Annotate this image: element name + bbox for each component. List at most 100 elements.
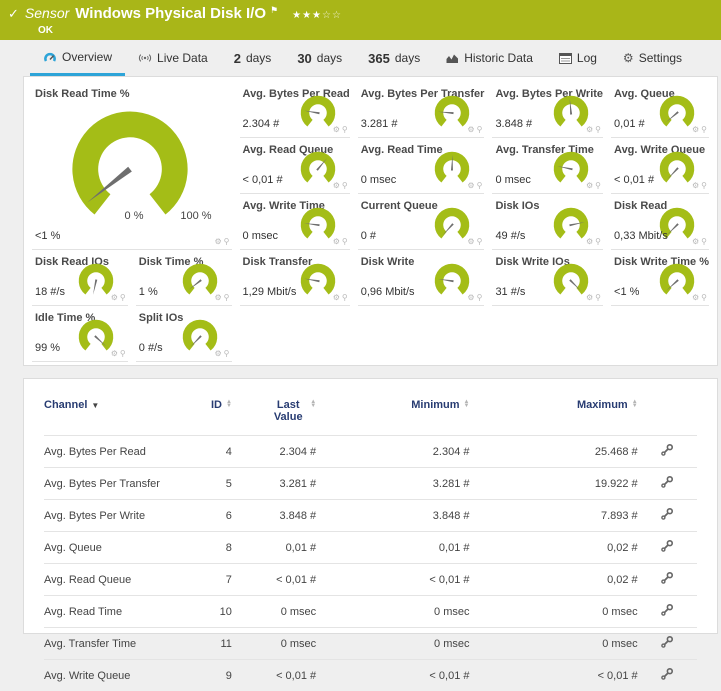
channel-settings-wrench-icon[interactable]: [660, 667, 674, 681]
column-header-maximum[interactable]: Maximum: [470, 389, 638, 436]
channel-name[interactable]: Avg. Bytes Per Transfer: [44, 468, 192, 500]
pin-icon[interactable]: ⚲: [477, 294, 483, 302]
channel-name[interactable]: Avg. Queue: [44, 532, 192, 564]
tab-settings[interactable]: ⚙ Settings: [610, 40, 695, 76]
pin-icon[interactable]: ⚲: [224, 294, 230, 302]
pin-icon[interactable]: ⚲: [120, 294, 126, 302]
gear-icon[interactable]: ⚙: [586, 238, 593, 246]
gear-icon[interactable]: ⚙: [467, 182, 474, 190]
gear-icon[interactable]: ⚙: [215, 350, 222, 358]
pin-icon[interactable]: ⚲: [477, 238, 483, 246]
gear-icon[interactable]: ⚙: [215, 238, 222, 246]
pin-icon[interactable]: ⚲: [224, 238, 230, 246]
pin-icon[interactable]: ⚲: [342, 294, 348, 302]
channel-settings-wrench-icon[interactable]: [660, 603, 674, 617]
channel-name[interactable]: Avg. Bytes Per Read: [44, 436, 192, 468]
gauge-tile[interactable]: Avg. Write Time 0 msec ⚙⚲: [240, 194, 350, 250]
gear-icon[interactable]: ⚙: [586, 182, 593, 190]
pin-icon[interactable]: ⚲: [224, 350, 230, 358]
channel-name[interactable]: Avg. Read Queue: [44, 564, 192, 596]
gauge-tile[interactable]: Disk Read IOs 18 #/s ⚙⚲: [32, 250, 128, 306]
gear-icon[interactable]: ⚙: [111, 294, 118, 302]
priority-stars[interactable]: ★★★☆☆: [292, 10, 342, 21]
pin-icon[interactable]: ⚲: [477, 126, 483, 134]
pin-icon[interactable]: ⚲: [701, 126, 707, 134]
pin-icon[interactable]: ⚲: [595, 126, 601, 134]
gauge-tile[interactable]: Disk Transfer 1,29 Mbit/s ⚙⚲: [240, 250, 350, 306]
channel-settings-wrench-icon[interactable]: [660, 443, 674, 457]
tab-log[interactable]: Log: [546, 40, 610, 76]
channel-settings-wrench-icon[interactable]: [660, 539, 674, 553]
pin-icon[interactable]: ⚲: [342, 238, 348, 246]
channel-settings-wrench-icon[interactable]: [660, 571, 674, 585]
tab-overview[interactable]: Overview: [30, 40, 125, 76]
column-header-channel[interactable]: Channel: [44, 389, 192, 436]
table-row[interactable]: Avg. Transfer Time 11 0 msec 0 msec 0 ms…: [44, 628, 697, 660]
channel-settings-wrench-icon[interactable]: [660, 635, 674, 649]
table-row[interactable]: Avg. Write Queue 9 < 0,01 # < 0,01 # < 0…: [44, 660, 697, 691]
gear-icon[interactable]: ⚙: [333, 294, 340, 302]
gear-icon[interactable]: ⚙: [692, 238, 699, 246]
tab-30-days[interactable]: 30 days: [284, 40, 355, 76]
gear-icon[interactable]: ⚙: [333, 126, 340, 134]
gear-icon[interactable]: ⚙: [467, 238, 474, 246]
table-row[interactable]: Avg. Read Queue 7 < 0,01 # < 0,01 # 0,02…: [44, 564, 697, 596]
gauge-tile[interactable]: Avg. Transfer Time 0 msec ⚙⚲: [492, 138, 603, 194]
gauge-tile[interactable]: Avg. Write Queue < 0,01 # ⚙⚲: [611, 138, 709, 194]
gear-icon[interactable]: ⚙: [586, 294, 593, 302]
pin-icon[interactable]: ⚲: [120, 350, 126, 358]
gauge-tile[interactable]: Split IOs 0 #/s ⚙⚲: [136, 306, 232, 362]
pin-icon[interactable]: ⚲: [477, 182, 483, 190]
gauge-tile[interactable]: Current Queue 0 # ⚙⚲: [358, 194, 485, 250]
gear-icon[interactable]: ⚙: [467, 294, 474, 302]
gear-icon[interactable]: ⚙: [692, 182, 699, 190]
table-row[interactable]: Avg. Bytes Per Read 4 2.304 # 2.304 # 25…: [44, 436, 697, 468]
gauge-tile[interactable]: Disk IOs 49 #/s ⚙⚲: [492, 194, 603, 250]
gauge-tile[interactable]: Avg. Queue 0,01 # ⚙⚲: [611, 82, 709, 138]
pin-icon[interactable]: ⚲: [342, 126, 348, 134]
gauge-tile[interactable]: Avg. Bytes Per Write 3.848 # ⚙⚲: [492, 82, 603, 138]
gauge-tile[interactable]: Disk Write Time % <1 % ⚙⚲: [611, 250, 709, 306]
tab-365-days[interactable]: 365 days: [355, 40, 433, 76]
gauge-tile[interactable]: Disk Write IOs 31 #/s ⚙⚲: [492, 250, 603, 306]
tab-live-data[interactable]: Live Data: [125, 40, 221, 76]
flag-icon[interactable]: ⚑: [270, 5, 278, 16]
pin-icon[interactable]: ⚲: [701, 238, 707, 246]
channel-name[interactable]: Avg. Write Queue: [44, 660, 192, 691]
column-header-id[interactable]: ID: [192, 389, 232, 436]
gauge-tile[interactable]: Avg. Bytes Per Transfer 3.281 # ⚙⚲: [358, 82, 485, 138]
channel-name[interactable]: Avg. Bytes Per Write: [44, 500, 192, 532]
gear-icon[interactable]: ⚙: [333, 238, 340, 246]
gear-icon[interactable]: ⚙: [692, 294, 699, 302]
pin-icon[interactable]: ⚲: [342, 182, 348, 190]
gear-icon[interactable]: ⚙: [692, 126, 699, 134]
pin-icon[interactable]: ⚲: [595, 294, 601, 302]
gauge-tile[interactable]: Disk Write 0,96 Mbit/s ⚙⚲: [358, 250, 485, 306]
gauge-tile[interactable]: Avg. Bytes Per Read 2.304 # ⚙⚲: [240, 82, 350, 138]
gear-icon[interactable]: ⚙: [333, 182, 340, 190]
tab-historic-data[interactable]: Historic Data: [433, 40, 546, 76]
column-header-minimum[interactable]: Minimum: [316, 389, 469, 436]
gear-icon[interactable]: ⚙: [111, 350, 118, 358]
gear-icon[interactable]: ⚙: [215, 294, 222, 302]
table-row[interactable]: Avg. Bytes Per Write 6 3.848 # 3.848 # 7…: [44, 500, 697, 532]
primary-gauge-tile[interactable]: Disk Read Time % 0 % 100 % <1 % ⚙⚲: [32, 82, 232, 250]
pin-icon[interactable]: ⚲: [701, 294, 707, 302]
gauge-tile[interactable]: Disk Read 0,33 Mbit/s ⚙⚲: [611, 194, 709, 250]
gauge-tile[interactable]: Avg. Read Time 0 msec ⚙⚲: [358, 138, 485, 194]
gear-icon[interactable]: ⚙: [467, 126, 474, 134]
table-row[interactable]: Avg. Bytes Per Transfer 5 3.281 # 3.281 …: [44, 468, 697, 500]
channel-settings-wrench-icon[interactable]: [660, 475, 674, 489]
gauge-tile[interactable]: Idle Time % 99 % ⚙⚲: [32, 306, 128, 362]
channel-name[interactable]: Avg. Read Time: [44, 596, 192, 628]
tab-2-days[interactable]: 2 days: [221, 40, 285, 76]
channel-name[interactable]: Avg. Transfer Time: [44, 628, 192, 660]
pin-icon[interactable]: ⚲: [595, 182, 601, 190]
gauge-tile[interactable]: Avg. Read Queue < 0,01 # ⚙⚲: [240, 138, 350, 194]
gear-icon[interactable]: ⚙: [586, 126, 593, 134]
pin-icon[interactable]: ⚲: [595, 238, 601, 246]
gauge-tile[interactable]: Disk Time % 1 % ⚙⚲: [136, 250, 232, 306]
table-row[interactable]: Avg. Read Time 10 0 msec 0 msec 0 msec: [44, 596, 697, 628]
table-row[interactable]: Avg. Queue 8 0,01 # 0,01 # 0,02 #: [44, 532, 697, 564]
channel-settings-wrench-icon[interactable]: [660, 507, 674, 521]
